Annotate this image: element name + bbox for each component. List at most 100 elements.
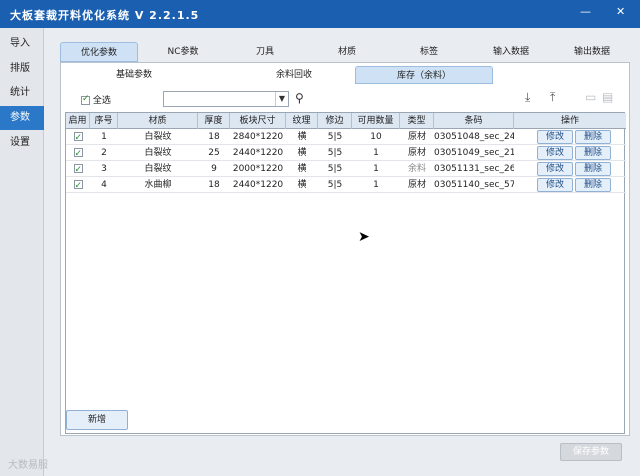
row-barcode: 03051131_sec_26	[434, 164, 514, 174]
select-all[interactable]: 全选	[81, 93, 111, 106]
row-trim: 5|5	[327, 148, 343, 158]
copy-icon[interactable]: ▭	[585, 90, 596, 104]
row-grain: 横	[297, 132, 307, 142]
toolbar: 全选 ▼ ⚲ ⤓ ⤒ ▭ ▤	[65, 87, 625, 111]
row-thickness: 25	[208, 148, 220, 158]
edit-button[interactable]: 修改	[537, 146, 573, 160]
checkbox[interactable]	[73, 178, 83, 193]
tab-output[interactable]: 输出数据	[554, 42, 630, 62]
col-barcode: 条码	[434, 113, 514, 129]
edit-button[interactable]: 修改	[537, 162, 573, 176]
sidebar-item-stats[interactable]: 统计	[0, 81, 44, 105]
tab-input[interactable]: 输入数据	[474, 42, 548, 62]
subtab-recycle[interactable]: 余料回收	[257, 66, 331, 84]
row-size: 2440*1220	[232, 180, 284, 190]
sidebar-item-params[interactable]: 参数	[0, 106, 44, 130]
table-header: 启用 序号 材质 厚度 板块尺寸 纹理 修边 可用数量 类型 条码 操作	[66, 113, 626, 129]
tab-material[interactable]: 材质	[310, 42, 384, 62]
row-qty: 1	[373, 164, 379, 174]
row-trim: 5|5	[327, 164, 343, 174]
row-enable-checkbox[interactable]	[72, 177, 84, 193]
row-type: 原材	[407, 180, 426, 190]
checkbox[interactable]	[73, 130, 83, 145]
table-row: 2 白裂纹 25 2440*1220 横 5|5 1 原材 03051049_s…	[66, 145, 626, 161]
sidebar-item-import[interactable]: 导入	[0, 32, 44, 56]
col-qty: 可用数量	[352, 113, 400, 129]
row-trim: 5|5	[327, 180, 343, 190]
col-thickness: 厚度	[198, 113, 230, 129]
delete-button[interactable]: 删除	[575, 130, 611, 144]
row-no: 3	[101, 164, 107, 174]
row-enable-checkbox[interactable]	[72, 145, 84, 161]
row-material: 白裂纹	[144, 148, 172, 158]
row-type: 原材	[407, 132, 426, 142]
row-barcode: 03051048_sec_24	[434, 132, 514, 142]
col-type: 类型	[400, 113, 434, 129]
sidebar-item-layout[interactable]: 排版	[0, 57, 44, 81]
mouse-cursor-icon: ➤	[358, 229, 370, 245]
title-bar: 大板套裁开料优化系统 V 2.2.1.5 — ✕	[0, 0, 640, 28]
export-icon[interactable]: ⤒	[550, 90, 555, 105]
row-no: 2	[101, 148, 107, 158]
row-enable-checkbox[interactable]	[72, 129, 84, 145]
import-icon[interactable]: ⤓	[525, 90, 530, 105]
col-actions: 操作	[560, 116, 579, 126]
close-icon[interactable]: ✕	[616, 5, 625, 18]
main-panel: 基础参数 余料回收 库存（余料） 全选 ▼ ⚲ ⤓ ⤒ ▭ ▤ 启用 序号 材质…	[60, 62, 630, 436]
row-size: 2000*1220	[232, 164, 284, 174]
col-size: 板块尺寸	[230, 113, 286, 129]
row-qty: 1	[373, 180, 379, 190]
checkbox[interactable]	[73, 162, 83, 177]
row-no: 1	[101, 132, 107, 142]
chevron-down-icon[interactable]: ▼	[275, 92, 288, 106]
row-size: 2440*1220	[232, 148, 284, 158]
minimize-icon[interactable]: —	[580, 5, 591, 18]
row-grain: 横	[297, 164, 307, 174]
row-barcode: 03051049_sec_21	[434, 148, 514, 158]
row-qty: 10	[370, 132, 382, 142]
tab-nc[interactable]: NC参数	[146, 42, 220, 62]
sidebar: 导入 排版 统计 参数 设置	[0, 28, 44, 476]
save-params-button[interactable]: 保存参数	[560, 443, 622, 461]
sidebar-item-settings[interactable]: 设置	[0, 131, 44, 155]
col-trim: 修边	[318, 113, 352, 129]
print-icon[interactable]: ▤	[602, 90, 613, 104]
row-enable-checkbox[interactable]	[72, 161, 84, 177]
delete-button[interactable]: 删除	[575, 162, 611, 176]
subtab-basic[interactable]: 基础参数	[97, 66, 171, 84]
row-no: 4	[101, 180, 107, 190]
select-all-checkbox[interactable]	[81, 94, 90, 105]
row-thickness: 9	[211, 164, 217, 174]
col-no: 序号	[90, 113, 118, 129]
table-row: 1 白裂纹 18 2840*1220 横 5|5 10 原材 03051048_…	[66, 129, 626, 145]
row-material: 水曲柳	[144, 180, 172, 190]
table-row: 4 水曲柳 18 2440*1220 横 5|5 1 原材 03051140_s…	[66, 177, 626, 193]
watermark: 大数易服	[8, 460, 48, 471]
edit-button[interactable]: 修改	[537, 130, 573, 144]
row-qty: 1	[373, 148, 379, 158]
subtab-stock[interactable]: 库存（余料）	[355, 66, 493, 84]
tab-tools[interactable]: 刀具	[228, 42, 302, 62]
row-type: 原材	[407, 148, 426, 158]
stock-table: 启用 序号 材质 厚度 板块尺寸 纹理 修边 可用数量 类型 条码 操作 1 白…	[65, 112, 626, 434]
edit-button[interactable]: 修改	[537, 178, 573, 192]
row-size: 2840*1220	[232, 132, 284, 142]
row-thickness: 18	[208, 132, 220, 142]
row-grain: 横	[297, 180, 307, 190]
add-button[interactable]: 新增	[66, 410, 128, 430]
row-grain: 横	[297, 148, 307, 158]
col-enabled: 启用	[66, 113, 90, 129]
row-material: 白裂纹	[144, 164, 172, 174]
filter-dropdown[interactable]: ▼	[163, 91, 289, 107]
row-thickness: 18	[208, 180, 220, 190]
search-icon[interactable]: ⚲	[295, 91, 304, 105]
tab-optimize[interactable]: 优化参数	[60, 42, 138, 62]
delete-button[interactable]: 删除	[575, 146, 611, 160]
row-material: 白裂纹	[144, 132, 172, 142]
col-grain: 纹理	[286, 113, 318, 129]
checkbox[interactable]	[73, 146, 83, 161]
delete-button[interactable]: 删除	[575, 178, 611, 192]
tab-label[interactable]: 标签	[392, 42, 466, 62]
top-tabs: 优化参数 NC参数 刀具 材质 标签 输入数据 输出数据	[60, 42, 630, 62]
col-material: 材质	[118, 113, 198, 129]
